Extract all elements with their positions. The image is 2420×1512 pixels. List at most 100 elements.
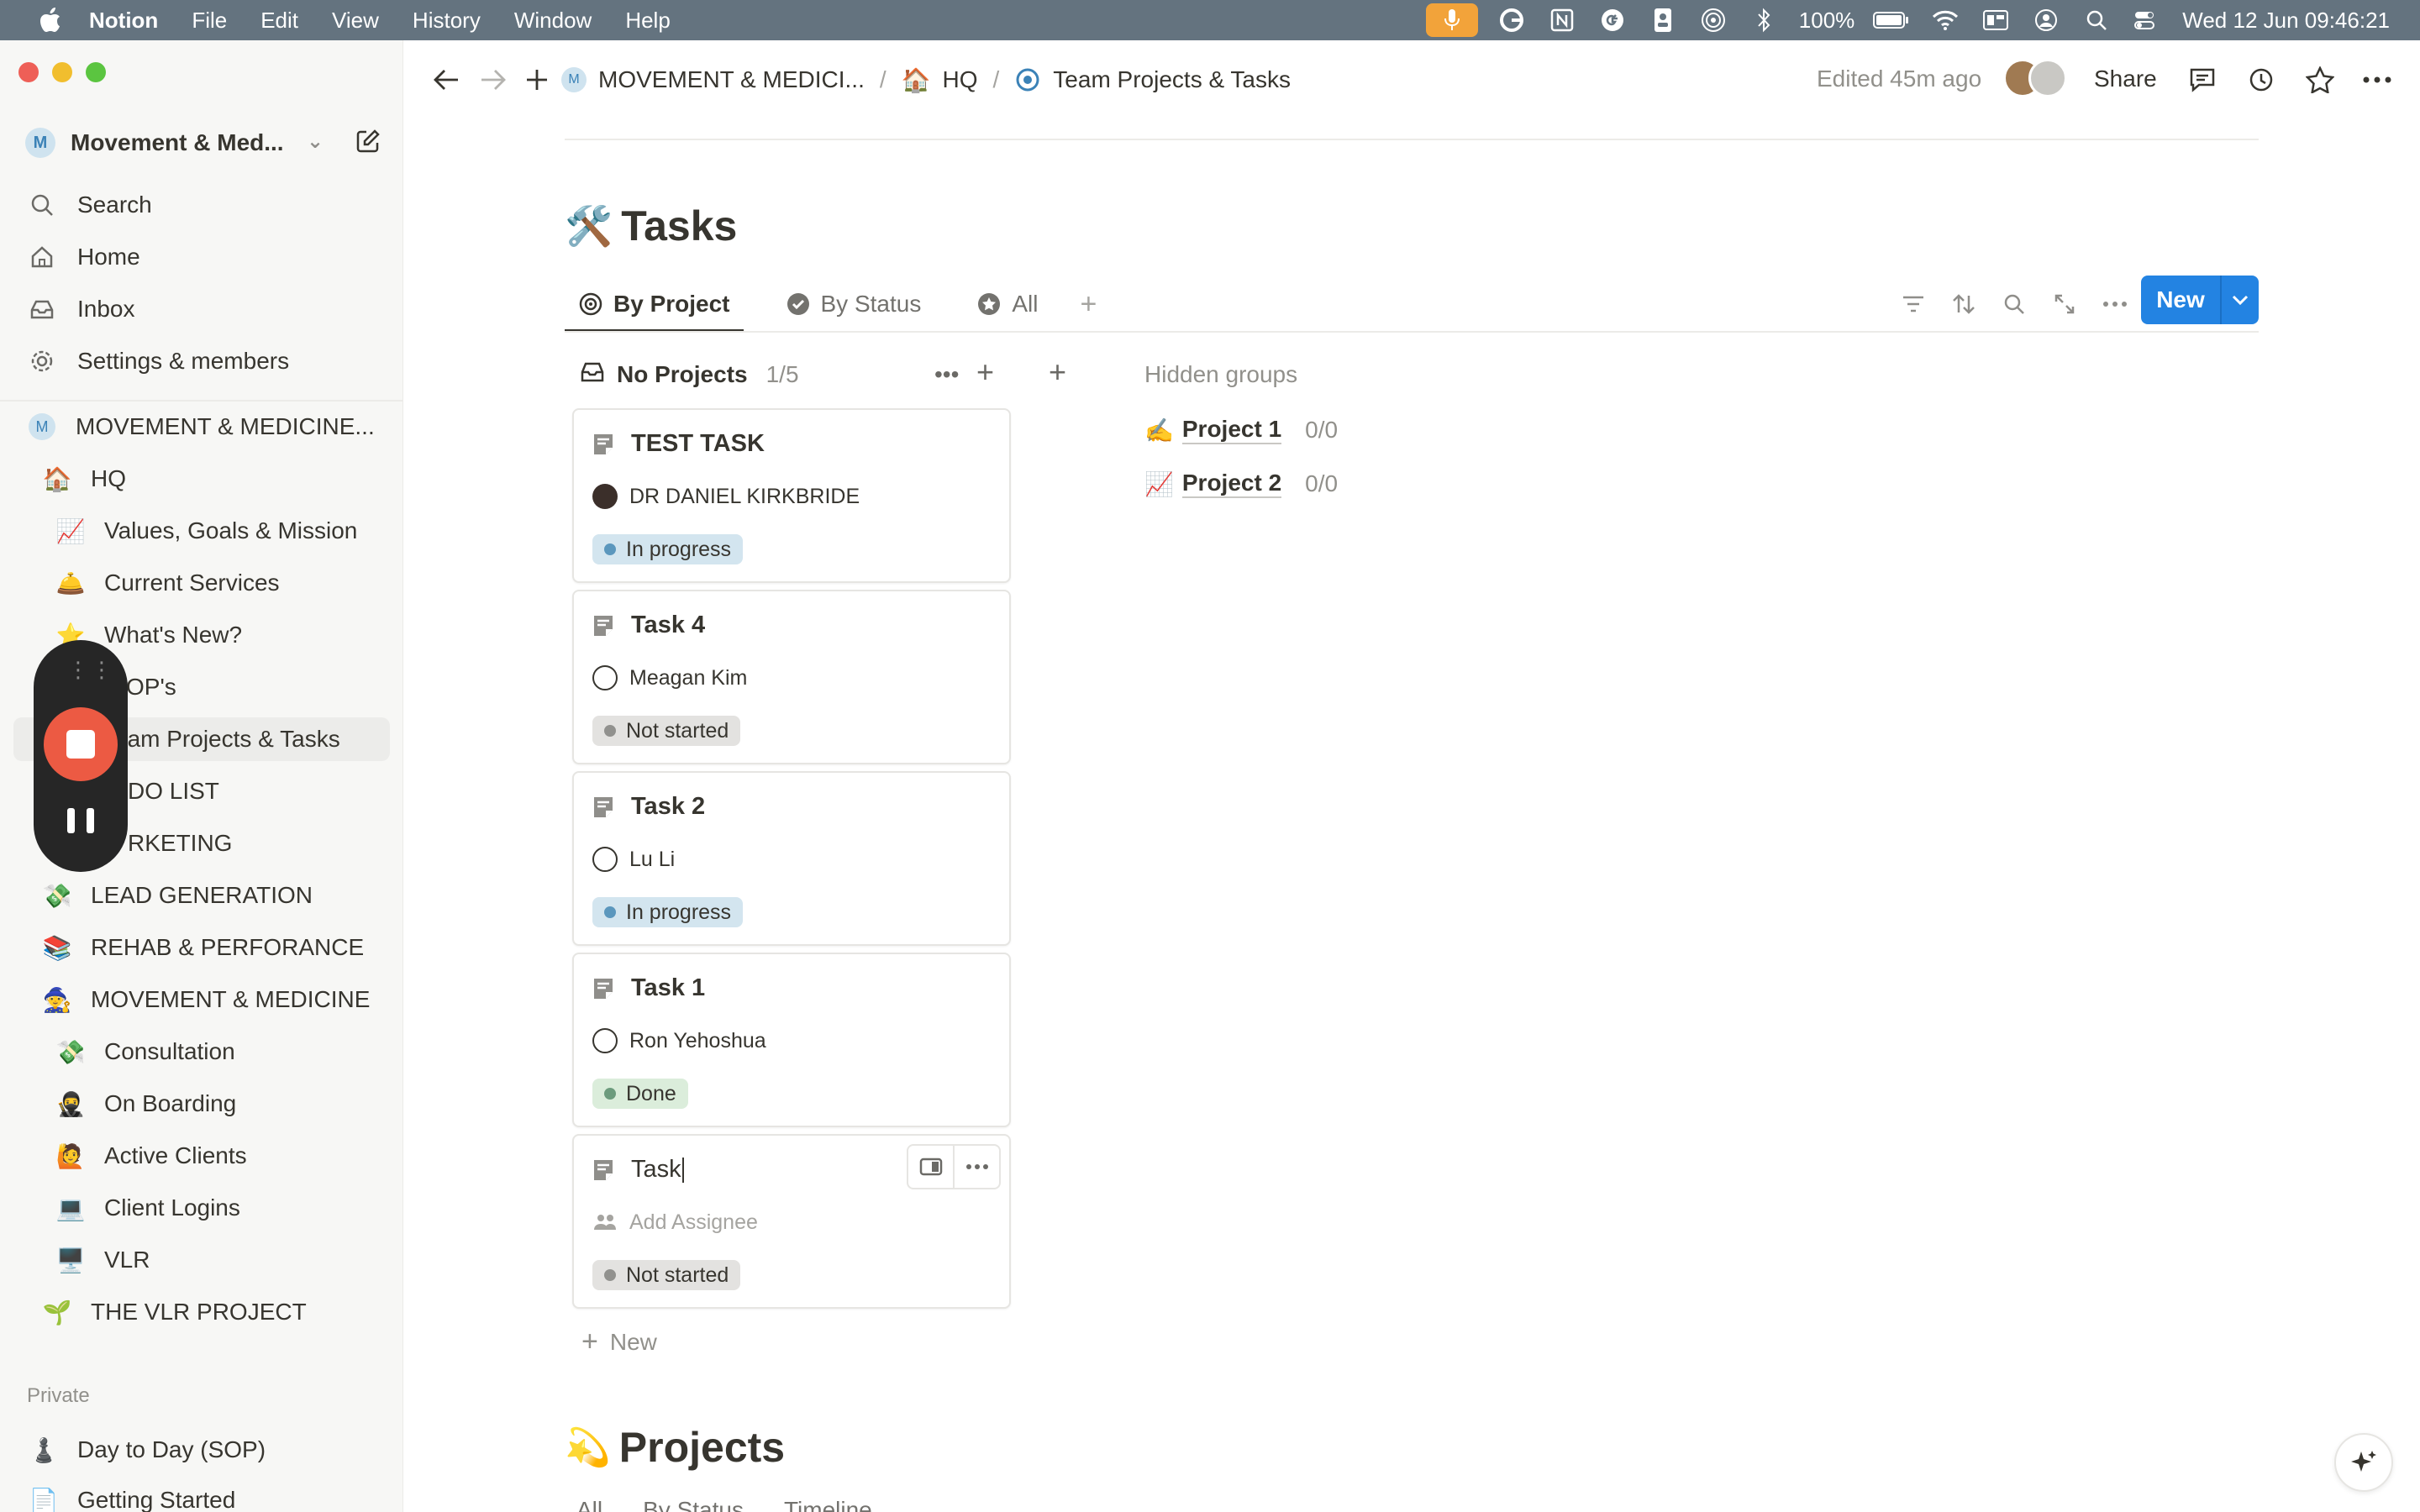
card-more-icon[interactable] bbox=[955, 1146, 999, 1188]
sidebar-teamspace[interactable]: M MOVEMENT & MEDICINE... bbox=[25, 405, 375, 449]
sidebar-item-lead-generation[interactable]: 💸 LEAD GENERATION bbox=[40, 874, 313, 917]
tab-by-status[interactable]: By Status bbox=[772, 277, 935, 331]
sidebar-inbox[interactable]: Inbox bbox=[25, 287, 387, 331]
task-card-editing[interactable]: Task Add Assignee Not started bbox=[572, 1134, 1011, 1309]
sidebar-item-active-clients[interactable]: 🙋 Active Clients bbox=[54, 1134, 247, 1178]
window-close-button[interactable] bbox=[18, 62, 39, 82]
spotlight-search-icon[interactable] bbox=[2080, 3, 2113, 37]
sidebar-item-vlr-project[interactable]: 🌱 THE VLR PROJECT bbox=[40, 1290, 307, 1334]
add-new-card-button[interactable]: + New bbox=[581, 1326, 657, 1358]
card-assignee[interactable]: DR DANIEL KIRKBRIDE bbox=[592, 484, 860, 509]
sidebar-item-movement-medicine[interactable]: 🧙 MOVEMENT & MEDICINE bbox=[40, 978, 371, 1021]
airdrop-icon[interactable] bbox=[1697, 3, 1730, 37]
expand-icon[interactable] bbox=[2045, 285, 2084, 323]
chevron-down-icon[interactable] bbox=[2222, 276, 2259, 324]
chevron-down-icon[interactable]: ⌄ bbox=[307, 129, 324, 154]
task-card[interactable]: Task 4 Meagan Kim Not started bbox=[572, 590, 1011, 764]
add-group-plus-icon[interactable]: + bbox=[1049, 354, 1066, 390]
status-badge[interactable]: Done bbox=[592, 1079, 688, 1109]
open-side-peek-icon[interactable] bbox=[908, 1146, 955, 1188]
hidden-group-project-1[interactable]: ✍️ Project 1 0/0 bbox=[1144, 413, 1338, 447]
more-options-icon[interactable] bbox=[2358, 60, 2396, 99]
menubar-clock[interactable]: Wed 12 Jun 09:46:21 bbox=[2182, 8, 2390, 34]
task-card[interactable]: TEST TASK DR DANIEL KIRKBRIDE In progres… bbox=[572, 408, 1011, 583]
tab-projects-all[interactable]: All bbox=[576, 1497, 602, 1512]
sidebar-item-values[interactable]: 📈 Values, Goals & Mission bbox=[54, 509, 358, 553]
apple-icon[interactable] bbox=[34, 3, 67, 37]
menu-help[interactable]: Help bbox=[625, 8, 670, 34]
sidebar-item-on-boarding[interactable]: 🥷 On Boarding bbox=[54, 1082, 237, 1126]
card-title-input[interactable]: Task bbox=[631, 1156, 681, 1184]
microphone-icon[interactable] bbox=[1425, 3, 1478, 37]
battery-icon[interactable] bbox=[1871, 3, 1912, 37]
hidden-group-name[interactable]: Project 1 bbox=[1181, 416, 1282, 444]
add-page-plus-icon[interactable] bbox=[518, 60, 556, 99]
history-clock-icon[interactable] bbox=[2242, 60, 2281, 99]
menu-window[interactable]: Window bbox=[514, 8, 592, 34]
database-title[interactable]: 🛠️ Tasks bbox=[565, 202, 737, 250]
add-assignee-field[interactable]: Add Assignee bbox=[592, 1210, 758, 1235]
sidebar-home[interactable]: Home bbox=[25, 235, 387, 279]
hidden-group-name[interactable]: Project 2 bbox=[1181, 470, 1282, 498]
status-badge[interactable]: In progress bbox=[592, 534, 744, 564]
search-icon[interactable] bbox=[1995, 285, 2033, 323]
new-page-icon[interactable] bbox=[351, 124, 385, 158]
breadcrumb-workspace[interactable]: MOVEMENT & MEDICI... bbox=[598, 66, 865, 93]
grammarly-g-icon[interactable] bbox=[1596, 3, 1629, 37]
sidebar-item-day-to-day[interactable]: ♟️ Day to Day (SOP) bbox=[27, 1428, 266, 1472]
sidebar-item-todo-list[interactable]: DO LIST bbox=[128, 769, 219, 813]
filter-icon[interactable] bbox=[1894, 285, 1933, 323]
status-badge[interactable]: Not started bbox=[592, 716, 741, 746]
new-task-button[interactable]: New bbox=[2141, 276, 2259, 324]
favorite-star-icon[interactable] bbox=[2301, 60, 2339, 99]
sidebar-item-current-services[interactable]: 🛎️ Current Services bbox=[54, 561, 280, 605]
task-card[interactable]: Task 1 Ron Yehoshua Done bbox=[572, 953, 1011, 1127]
grammarly-icon[interactable] bbox=[1495, 3, 1528, 37]
stop-recording-button[interactable] bbox=[44, 707, 118, 781]
collaborator-avatars[interactable] bbox=[2003, 59, 2067, 97]
more-options-icon[interactable] bbox=[2096, 285, 2134, 323]
projects-database-title[interactable]: 💫 Projects bbox=[565, 1423, 785, 1472]
sidebar-item-getting-started[interactable]: 📄 Getting Started bbox=[27, 1478, 236, 1512]
sidebar-search[interactable]: Search bbox=[25, 183, 387, 227]
card-assignee[interactable]: Lu Li bbox=[592, 847, 675, 872]
notion-icon[interactable] bbox=[1545, 3, 1579, 37]
user-account-icon[interactable] bbox=[2029, 3, 2063, 37]
task-card[interactable]: Task 2 Lu Li In progress bbox=[572, 771, 1011, 946]
sidebar-item-vlr[interactable]: 🖥️ VLR bbox=[54, 1238, 150, 1282]
sidebar-item-sops[interactable]: OP's bbox=[126, 665, 176, 709]
column-add-icon[interactable]: + bbox=[976, 354, 994, 390]
sort-icon[interactable] bbox=[1944, 285, 1983, 323]
breadcrumb-hq[interactable]: HQ bbox=[943, 66, 978, 93]
avatar[interactable] bbox=[2028, 59, 2067, 97]
tab-by-project[interactable]: By Project bbox=[565, 277, 744, 333]
tab-projects-by-status[interactable]: By Status bbox=[643, 1497, 744, 1512]
new-button-label[interactable]: New bbox=[2141, 276, 2222, 324]
tab-projects-timeline[interactable]: Timeline bbox=[784, 1497, 872, 1512]
sidebar-item-hq[interactable]: 🏠 HQ bbox=[40, 457, 126, 501]
wifi-icon[interactable] bbox=[1928, 3, 1962, 37]
pause-recording-button[interactable] bbox=[67, 808, 94, 837]
status-badge[interactable]: Not started bbox=[592, 1260, 741, 1290]
breadcrumb-current-page[interactable]: Team Projects & Tasks bbox=[1053, 66, 1291, 93]
display-icon[interactable] bbox=[1979, 3, 2012, 37]
card-assignee[interactable]: Ron Yehoshua bbox=[592, 1028, 766, 1053]
menu-app-name[interactable]: Notion bbox=[89, 8, 158, 34]
workspace-switcher[interactable]: M Movement & Med... ⌄ bbox=[25, 124, 387, 161]
card-title[interactable]: Task bbox=[592, 1156, 684, 1184]
screen-recorder-widget[interactable]: ⋮⋮ bbox=[34, 640, 128, 872]
column-more-icon[interactable]: ••• bbox=[934, 361, 959, 388]
card-assignee[interactable]: Meagan Kim bbox=[592, 665, 747, 690]
sidebar-settings[interactable]: Settings & members bbox=[25, 339, 387, 383]
tab-all[interactable]: All bbox=[963, 277, 1051, 331]
status-badge[interactable]: In progress bbox=[592, 897, 744, 927]
bluetooth-icon[interactable] bbox=[1747, 3, 1781, 37]
control-center-icon[interactable] bbox=[2130, 3, 2164, 37]
forward-arrow-icon[interactable] bbox=[474, 60, 513, 99]
menu-file[interactable]: File bbox=[192, 8, 227, 34]
sidebar-item-consultation[interactable]: 💸 Consultation bbox=[54, 1030, 235, 1074]
sidebar-item-rehab[interactable]: 📚 REHAB & PERFORANCE bbox=[40, 926, 365, 969]
sidebar-item-marketing[interactable]: RKETING bbox=[128, 822, 232, 865]
contact-card-icon[interactable] bbox=[1646, 3, 1680, 37]
back-arrow-icon[interactable] bbox=[427, 60, 466, 99]
